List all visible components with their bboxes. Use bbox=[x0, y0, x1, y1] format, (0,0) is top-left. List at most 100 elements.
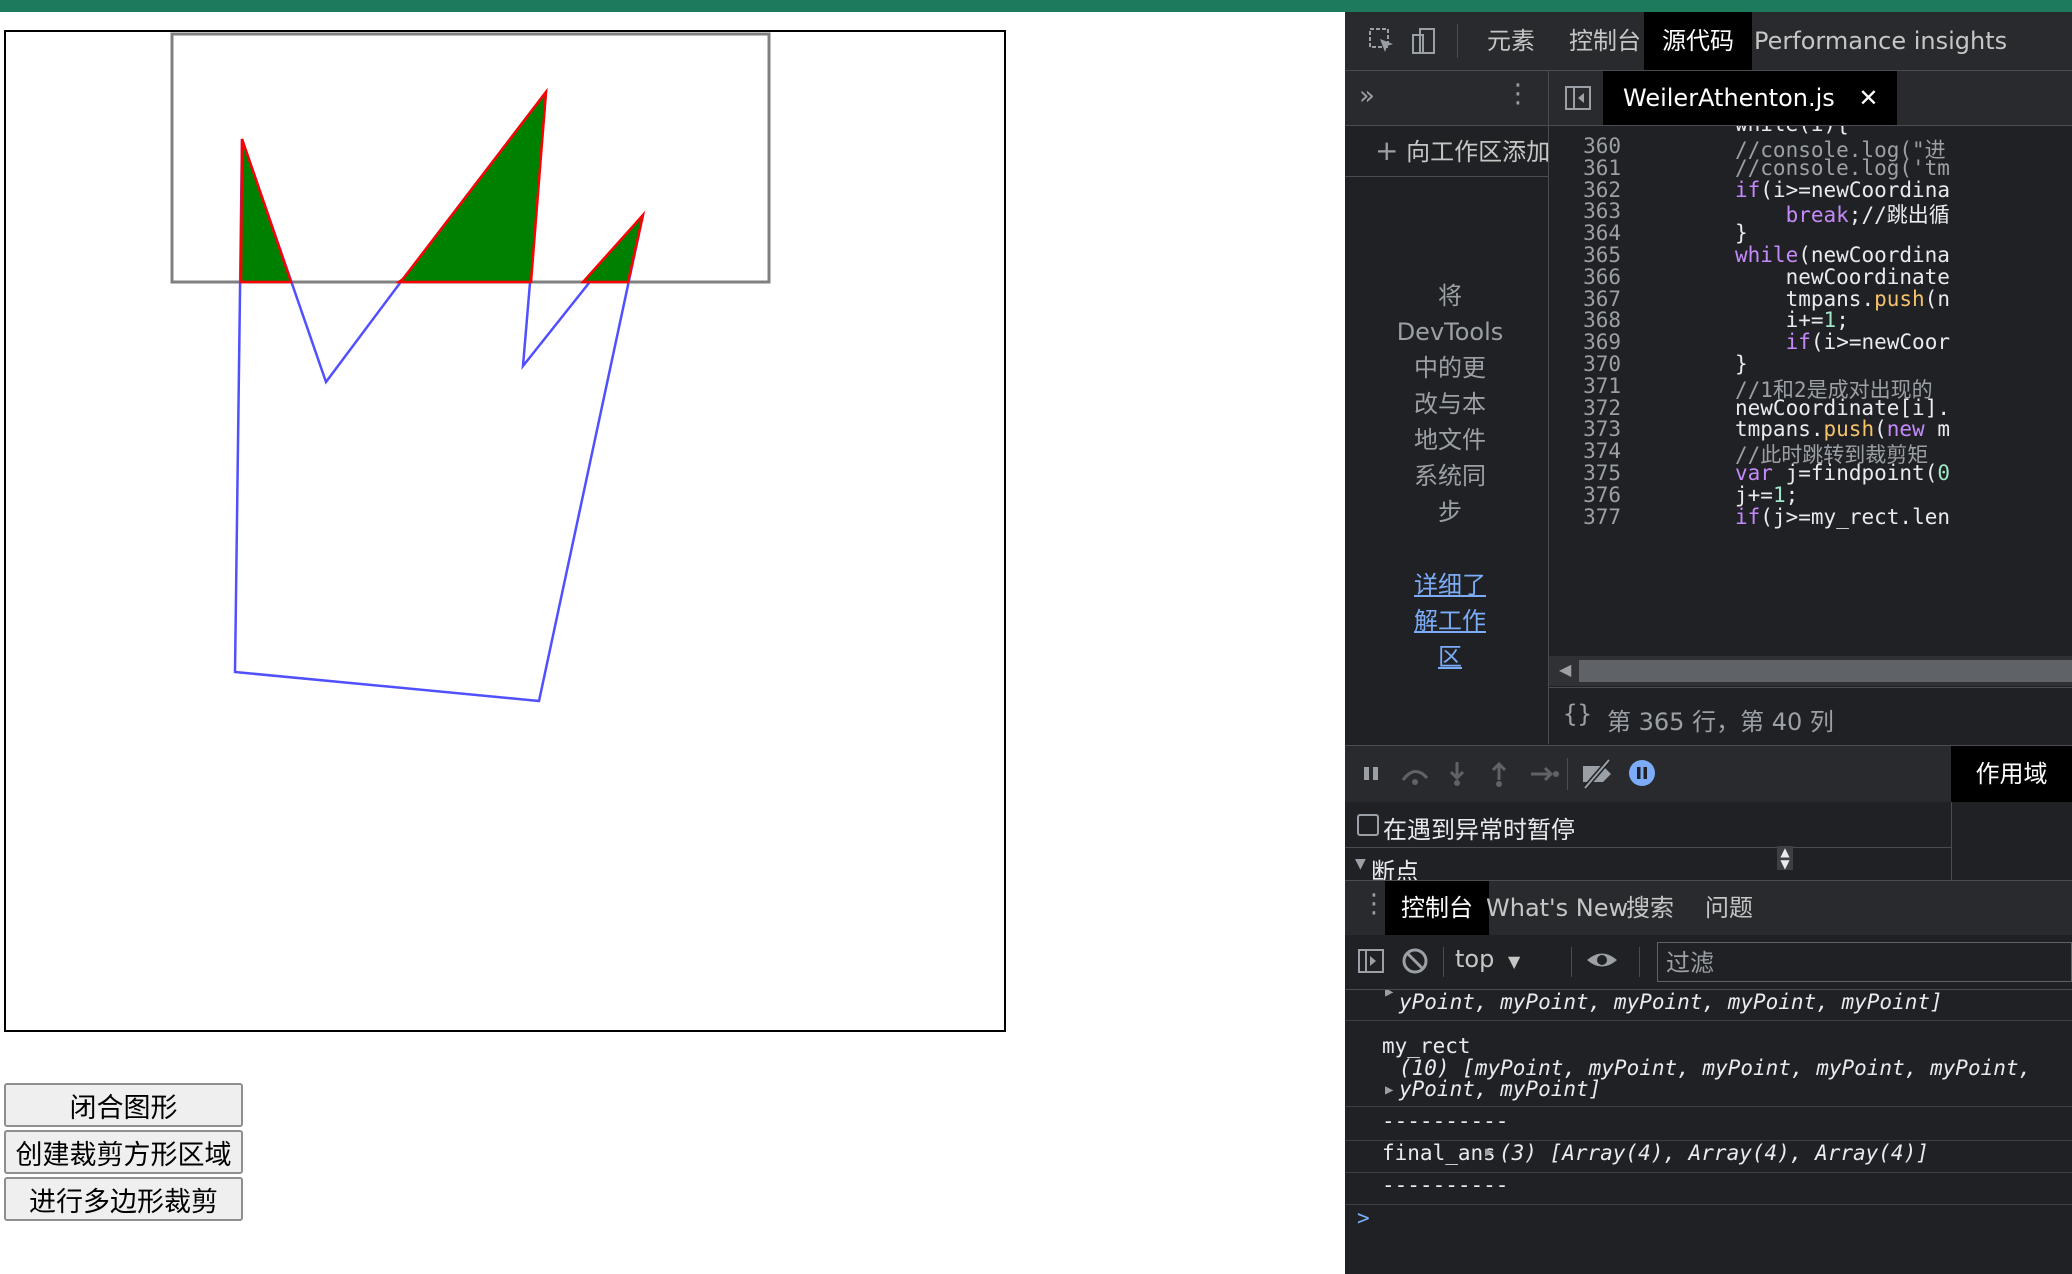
file-tab-label: WeilerAthenton.js bbox=[1623, 84, 1835, 112]
code-line: } bbox=[1735, 221, 1748, 246]
tab-scope[interactable]: 作用域 bbox=[1951, 746, 2072, 802]
inspect-element-icon[interactable] bbox=[1367, 26, 1397, 56]
line-number[interactable]: 373 bbox=[1549, 417, 1621, 441]
polygon-clip-button[interactable]: 进行多边形裁剪 bbox=[4, 1177, 243, 1221]
code-lines[interactable]: while(i){ 360//console.log("进361//consol… bbox=[1549, 126, 2072, 656]
close-icon[interactable]: ✕ bbox=[1858, 84, 1878, 112]
drawer-menu-icon[interactable]: ⋮ bbox=[1361, 889, 1387, 919]
code-line: newCoordinate bbox=[1785, 264, 1950, 289]
close-shape-button[interactable]: 闭合图形 bbox=[4, 1083, 243, 1127]
code-line: tmpans.push(n bbox=[1785, 286, 1950, 311]
learn-more-workspace-link[interactable]: 详细了 解工作 区 bbox=[1385, 567, 1515, 675]
editor-tab-bar: WeilerAthenton.js ✕ bbox=[1549, 71, 2072, 126]
devtools-tab-bar: 元素 控制台 源代码 Performance insights bbox=[1345, 12, 2072, 71]
context-selector[interactable]: top ▼ bbox=[1455, 945, 1520, 973]
line-number[interactable]: 370 bbox=[1549, 352, 1621, 376]
drawer-tab-search[interactable]: 搜索 bbox=[1610, 881, 1690, 935]
create-clip-rect-button[interactable]: 创建裁剪方形区域 bbox=[4, 1130, 243, 1174]
line-number[interactable]: 371 bbox=[1549, 374, 1621, 398]
code-line: if(i>=newCoor bbox=[1785, 330, 1950, 355]
code-editor: WeilerAthenton.js ✕ while(i){ 360//conso… bbox=[1549, 71, 2072, 744]
code-line: if(j>=my_rect.len bbox=[1735, 504, 1951, 529]
expand-arrow-icon[interactable]: ▶ bbox=[1385, 990, 1393, 1000]
console-filter-input[interactable]: 过滤 bbox=[1657, 942, 2072, 982]
line-number[interactable]: 376 bbox=[1549, 483, 1621, 507]
console-prompt[interactable]: > bbox=[1357, 1206, 1370, 1230]
add-folder-to-workspace[interactable]: + 向工作区添加 bbox=[1345, 126, 1548, 177]
tab-elements[interactable]: 元素 bbox=[1469, 12, 1553, 70]
code-line: j+=1; bbox=[1735, 482, 1799, 507]
more-tabs-icon[interactable]: » bbox=[1359, 81, 1375, 111]
line-number[interactable]: 367 bbox=[1549, 287, 1621, 311]
expand-arrow-icon[interactable]: ▶ bbox=[1485, 1144, 1493, 1160]
expand-arrow-icon[interactable]: ▶ bbox=[1385, 1082, 1393, 1098]
file-tab-weilerathenton[interactable]: WeilerAthenton.js ✕ bbox=[1603, 71, 1897, 125]
line-number[interactable]: 363 bbox=[1549, 199, 1621, 223]
clipped-piece-2 bbox=[395, 87, 548, 284]
horizontal-scrollbar[interactable]: ◀ bbox=[1549, 656, 2072, 686]
device-toolbar-icon[interactable] bbox=[1409, 26, 1439, 56]
code-line: i+=1; bbox=[1785, 308, 1849, 333]
line-number[interactable]: 377 bbox=[1549, 505, 1621, 529]
breakpoints-header[interactable]: 断点 bbox=[1371, 852, 1419, 880]
line-number[interactable]: 364 bbox=[1549, 221, 1621, 245]
workspace-message: 将 DevTools 中的更 改与本 地文件 系统同 步 bbox=[1396, 282, 1504, 526]
code-line: tmpans.push(new m bbox=[1735, 417, 1950, 442]
pause-on-exceptions-checkbox[interactable] bbox=[1357, 814, 1379, 836]
console-line: yPoint, myPoint] bbox=[1399, 1077, 1602, 1101]
line-number[interactable]: 374 bbox=[1549, 439, 1621, 463]
debugger-pane: 在遇到异常时暂停 ▼ 断点 ▲ ▼ bbox=[1345, 802, 1951, 880]
console-sidebar-icon[interactable] bbox=[1357, 947, 1385, 979]
code-line: while(newCoordina bbox=[1735, 243, 1950, 267]
code-line: if(i>=newCoordina bbox=[1735, 177, 1950, 202]
dropdown-arrow-icon: ▼ bbox=[1507, 952, 1521, 971]
toggle-navigator-icon[interactable] bbox=[1563, 83, 1593, 117]
line-number[interactable]: 375 bbox=[1549, 461, 1621, 485]
deactivate-breakpoints-icon[interactable] bbox=[1579, 758, 1617, 794]
canvas-drawing bbox=[170, 32, 771, 703]
tab-console[interactable]: 控制台 bbox=[1551, 12, 1659, 70]
collapse-icon[interactable]: ▼ bbox=[1355, 856, 1366, 872]
drawer-tab-issues[interactable]: 问题 bbox=[1689, 881, 1769, 935]
console-toolbar: top ▼ 过滤 bbox=[1345, 935, 2072, 990]
resize-handle-icon[interactable]: ▲ ▼ bbox=[1777, 846, 1793, 870]
code-line: //console.log('tm bbox=[1735, 155, 1950, 180]
pause-on-exceptions-label: 在遇到异常时暂停 bbox=[1383, 816, 1575, 844]
clipped-piece-3 bbox=[580, 210, 646, 284]
step-icon[interactable] bbox=[1527, 760, 1561, 792]
tab-performance-insights[interactable]: Performance insights bbox=[1736, 12, 2025, 70]
editor-status-bar: {} 第 365 行，第 40 列 bbox=[1549, 687, 2072, 745]
line-number[interactable]: 360 bbox=[1549, 134, 1621, 158]
context-label: top bbox=[1455, 945, 1495, 973]
live-expression-eye-icon[interactable] bbox=[1585, 945, 1619, 979]
pretty-print-icon[interactable]: {} bbox=[1563, 700, 1592, 728]
scroll-left-icon[interactable]: ◀ bbox=[1559, 660, 1571, 679]
line-number[interactable]: 361 bbox=[1549, 156, 1621, 180]
step-into-icon[interactable] bbox=[1445, 758, 1469, 792]
console-line: ---------- bbox=[1382, 1173, 1509, 1197]
code-line: break;//跳出循 bbox=[1785, 203, 1950, 228]
scrollbar-thumb[interactable] bbox=[1579, 660, 2072, 682]
drawing-canvas[interactable] bbox=[4, 30, 1006, 1032]
devtools-panel: 元素 控制台 源代码 Performance insights » ⋮ + 向工… bbox=[1345, 12, 2072, 1274]
code-line: } bbox=[1735, 352, 1748, 376]
pause-icon[interactable] bbox=[1361, 759, 1383, 791]
console-output[interactable]: ▶ yPoint, myPoint, myPoint, myPoint, myP… bbox=[1345, 990, 2072, 1274]
line-number[interactable]: 369 bbox=[1549, 330, 1621, 354]
step-out-icon[interactable] bbox=[1487, 758, 1511, 792]
menu-icon[interactable]: ⋮ bbox=[1505, 79, 1531, 109]
line-number[interactable]: 362 bbox=[1549, 178, 1621, 202]
line-number[interactable]: 368 bbox=[1549, 308, 1621, 332]
line-number[interactable]: 366 bbox=[1549, 265, 1621, 289]
line-number[interactable]: 365 bbox=[1549, 243, 1621, 267]
line-number[interactable]: 372 bbox=[1549, 396, 1621, 420]
clear-console-icon[interactable] bbox=[1401, 947, 1429, 979]
debugger-toolbar: 作用域 bbox=[1345, 745, 2072, 802]
browser-top-bar bbox=[0, 0, 2072, 12]
sources-navigator: » ⋮ + 向工作区添加 将 DevTools 中的更 改与本 地文件 系统同 … bbox=[1345, 71, 1549, 744]
step-over-icon[interactable] bbox=[1399, 760, 1433, 792]
console-line: (3) [Array(4), Array(4), Array(4)] bbox=[1499, 1141, 1929, 1165]
clipped-piece-1 bbox=[239, 138, 293, 284]
code-line: newCoordinate[i]. bbox=[1735, 395, 1950, 420]
pause-on-exceptions-icon[interactable] bbox=[1627, 758, 1657, 792]
